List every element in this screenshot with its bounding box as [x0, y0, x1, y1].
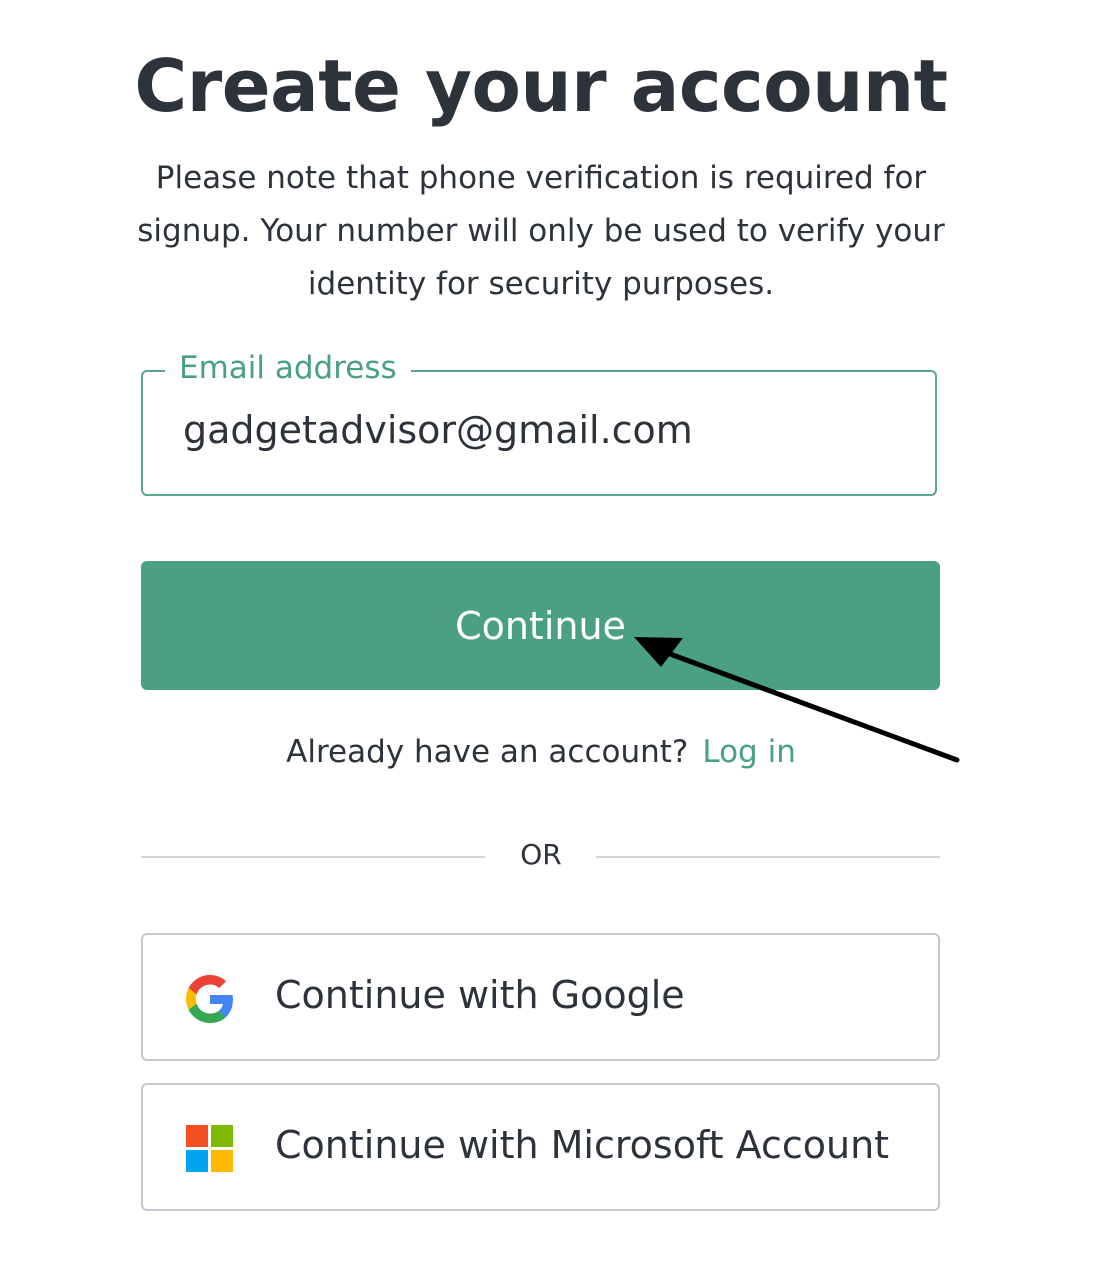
login-prompt: Already have an account? Log in [0, 734, 1082, 770]
continue-button[interactable]: Continue [141, 561, 940, 690]
microsoft-button-label: Continue with Microsoft Account [275, 1123, 890, 1167]
google-button-label: Continue with Google [275, 973, 685, 1017]
divider-or: OR [520, 838, 562, 871]
microsoft-icon [186, 1125, 234, 1173]
email-label: Email address [165, 344, 411, 392]
login-prompt-text: Already have an account? [286, 734, 689, 770]
continue-with-google-button[interactable]: Continue with Google [141, 933, 940, 1061]
email-input[interactable]: gadgetadvisor@gmail.com [183, 408, 693, 452]
divider-line-left [141, 856, 485, 858]
email-field[interactable]: Email address gadgetadvisor@gmail.com [141, 344, 937, 496]
google-icon [186, 975, 234, 1023]
page-title: Create your account [134, 44, 948, 128]
continue-with-microsoft-button[interactable]: Continue with Microsoft Account [141, 1083, 940, 1211]
phone-verification-notice: Please note that phone verification is r… [137, 160, 945, 302]
divider-line-right [596, 856, 940, 858]
login-link[interactable]: Log in [702, 734, 795, 770]
